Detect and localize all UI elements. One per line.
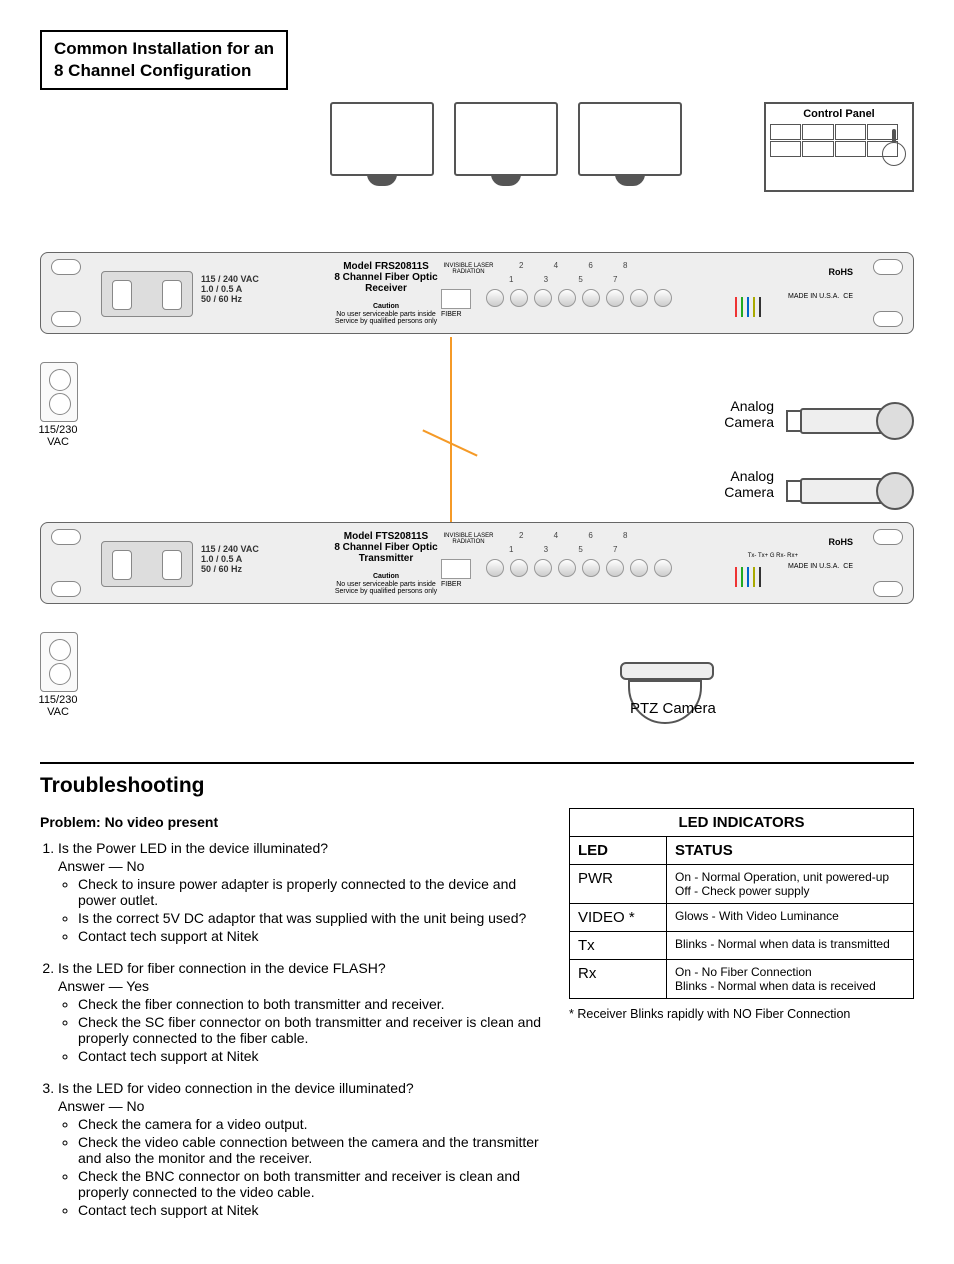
led-name-cell: PWR xyxy=(570,865,667,904)
receiver-unit: 115 / 240 VAC1.0 / 0.5 A50 / 60 Hz Model… xyxy=(40,252,914,334)
checklist-item: Check the BNC connector on both transmit… xyxy=(78,1168,549,1200)
terminal-wires-icon xyxy=(733,567,793,587)
table-row: RxOn - No Fiber ConnectionBlinks - Norma… xyxy=(570,960,914,999)
monitor-icon xyxy=(454,102,558,176)
checklist-item: Check the video cable connection between… xyxy=(78,1134,549,1166)
checklist-item: Is the correct 5V DC adaptor that was su… xyxy=(78,910,549,926)
power-outlet-icon xyxy=(40,632,78,692)
laser-warning: INVISIBLE LASER RADIATION xyxy=(441,533,496,545)
troubleshooting-step: Is the Power LED in the device illuminat… xyxy=(58,840,549,944)
troubleshooting-steps: Is the Power LED in the device illuminat… xyxy=(40,840,549,1218)
led-status-cell: Glows - With Video Luminance xyxy=(667,904,914,932)
step-question: Is the LED for video connection in the d… xyxy=(58,1080,549,1096)
caution-head: Caution xyxy=(373,573,399,580)
fiber-label: FIBER xyxy=(441,311,462,318)
ce-mark: CE xyxy=(843,293,853,300)
monitor-icon xyxy=(330,102,434,176)
fiber-label: FIBER xyxy=(441,581,462,588)
caution-body: No user serviceable parts insideService … xyxy=(335,311,437,325)
port-labels-top: 2 4 6 8 xyxy=(519,261,641,270)
installation-diagram: Control Panel 115 / 240 VAC1.0 / 0.5 A50… xyxy=(40,102,914,742)
troubleshooting-text: Problem: No video present Is the Power L… xyxy=(40,808,549,1234)
analog-camera-icon xyxy=(794,472,914,506)
fiber-port-icon xyxy=(441,559,471,579)
made-label: MADE IN U.S.A. xyxy=(788,293,839,300)
step-answer: Answer — Yes xyxy=(58,978,549,994)
port-labels-bottom: 1 3 5 7 xyxy=(509,545,631,554)
step-answer: Answer — No xyxy=(58,858,549,874)
transmitter-unit: 115 / 240 VAC1.0 / 0.5 A50 / 60 Hz Model… xyxy=(40,522,914,604)
made-label: MADE IN U.S.A. xyxy=(788,563,839,570)
power-outlet-icon xyxy=(40,362,78,422)
led-name-cell: Rx xyxy=(570,960,667,999)
port-labels-top: 2 4 6 8 xyxy=(519,531,641,540)
led-table-title: LED INDICATORS xyxy=(570,809,914,837)
monitor-icon xyxy=(578,102,682,176)
checklist-item: Contact tech support at Nitek xyxy=(78,1202,549,1218)
bnc-ports xyxy=(486,559,672,577)
power-inlet-icon xyxy=(101,541,193,587)
section-divider xyxy=(40,762,914,764)
control-panel-label: Control Panel xyxy=(770,108,908,120)
checklist-item: Check the SC fiber connector on both tra… xyxy=(78,1014,549,1046)
checklist-item: Check the fiber connection to both trans… xyxy=(78,996,549,1012)
terminal-labels: Tx- Tx+ G Rx- Rx+ xyxy=(748,553,798,559)
checklist-item: Contact tech support at Nitek xyxy=(78,1048,549,1064)
led-col-header: LED xyxy=(570,837,667,865)
status-col-header: STATUS xyxy=(667,837,914,865)
troubleshooting-step: Is the LED for video connection in the d… xyxy=(58,1080,549,1218)
ce-mark: CE xyxy=(843,563,853,570)
power-spec: 115 / 240 VAC1.0 / 0.5 A50 / 60 Hz xyxy=(201,545,259,575)
outlet-label: 115/230VAC xyxy=(28,424,88,448)
bnc-ports xyxy=(486,289,672,307)
caution-body: No user serviceable parts insideService … xyxy=(335,581,437,595)
fiber-port-icon xyxy=(441,289,471,309)
led-status-cell: On - Normal Operation, unit powered-upOf… xyxy=(667,865,914,904)
checklist-item: Contact tech support at Nitek xyxy=(78,928,549,944)
rohs-label: RoHS xyxy=(829,537,854,547)
led-table-footnote: * Receiver Blinks rapidly with NO Fiber … xyxy=(569,1007,914,1021)
analog-camera-icon xyxy=(794,402,914,436)
laser-warning: INVISIBLE LASER RADIATION xyxy=(441,263,496,275)
analog-camera-label: AnalogCamera xyxy=(724,398,774,430)
step-checklist: Check the camera for a video output. Chec… xyxy=(60,1116,549,1218)
table-row: VIDEO *Glows - With Video Luminance xyxy=(570,904,914,932)
step-checklist: Check the fiber connection to both trans… xyxy=(60,996,549,1064)
led-status-cell: Blinks - Normal when data is transmitted xyxy=(667,932,914,960)
power-inlet-icon xyxy=(101,271,193,317)
checklist-item: Check the camera for a video output. xyxy=(78,1116,549,1132)
outlet-label: 115/230VAC xyxy=(28,694,88,718)
led-name-cell: VIDEO * xyxy=(570,904,667,932)
control-panel-icon: Control Panel xyxy=(764,102,914,192)
table-row: PWROn - Normal Operation, unit powered-u… xyxy=(570,865,914,904)
table-row: TxBlinks - Normal when data is transmitt… xyxy=(570,932,914,960)
problem-title: Problem: No video present xyxy=(40,814,549,830)
led-indicator-table: LED INDICATORS LED STATUS PWROn - Normal… xyxy=(569,808,914,999)
terminal-wires-icon xyxy=(733,297,793,317)
joystick-icon xyxy=(882,142,906,166)
step-question: Is the LED for fiber connection in the d… xyxy=(58,960,549,976)
step-answer: Answer — No xyxy=(58,1098,549,1114)
rohs-label: RoHS xyxy=(829,267,854,277)
power-spec: 115 / 240 VAC1.0 / 0.5 A50 / 60 Hz xyxy=(201,275,259,305)
led-name-cell: Tx xyxy=(570,932,667,960)
analog-camera-label: AnalogCamera xyxy=(724,468,774,500)
caution-head: Caution xyxy=(373,303,399,310)
checklist-item: Check to insure power adapter is properl… xyxy=(78,876,549,908)
led-status-cell: On - No Fiber ConnectionBlinks - Normal … xyxy=(667,960,914,999)
step-question: Is the Power LED in the device illuminat… xyxy=(58,840,549,856)
troubleshooting-step: Is the LED for fiber connection in the d… xyxy=(58,960,549,1064)
step-checklist: Check to insure power adapter is properl… xyxy=(60,876,549,944)
ptz-camera-label: PTZ Camera xyxy=(630,700,716,717)
diagram-title: Common Installation for an8 Channel Conf… xyxy=(40,30,288,90)
troubleshooting-heading: Troubleshooting xyxy=(40,774,914,798)
monitor-row xyxy=(330,102,682,176)
port-labels-bottom: 1 3 5 7 xyxy=(509,275,631,284)
